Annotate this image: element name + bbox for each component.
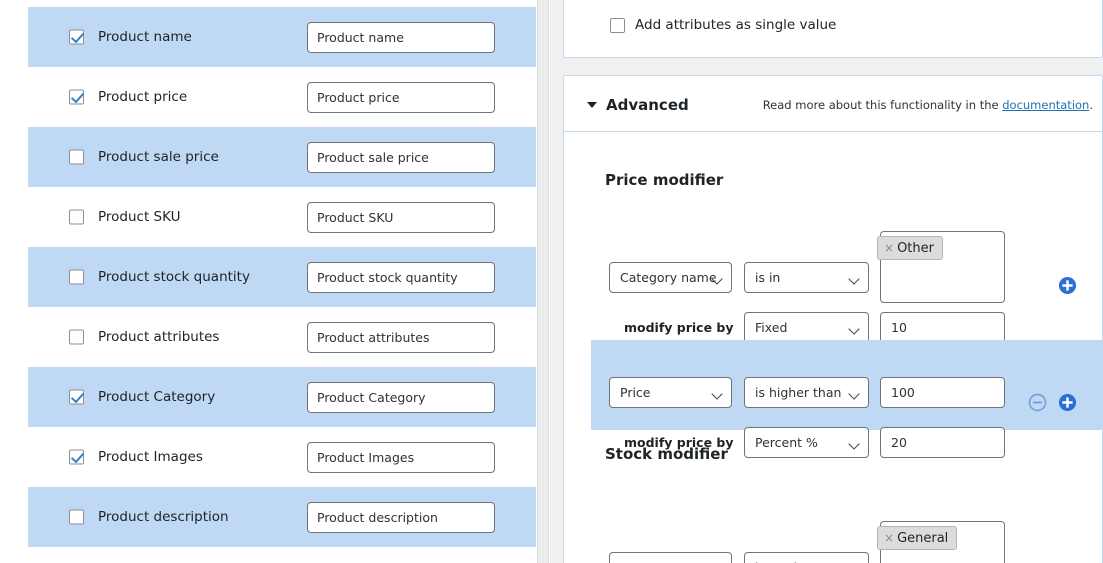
advanced-doc-note-prefix: Read more about this functionality in th… [763,98,1003,112]
field-mapping-input[interactable] [307,262,495,293]
advanced-card: Advanced Read more about this functional… [563,75,1103,563]
field-mapping-input[interactable] [307,382,495,413]
field-checkbox[interactable] [69,210,84,225]
field-row[interactable]: Product Category [28,367,536,427]
field-checkbox[interactable] [69,270,84,285]
field-mapping-input[interactable] [307,82,495,113]
add-attributes-single-value-checkbox[interactable] [610,18,625,33]
field-label: Product stock quantity [98,269,250,285]
field-row[interactable]: Product attributes [28,307,536,367]
field-label: Product SKU [98,209,181,225]
advanced-section-header[interactable]: Advanced Read more about this functional… [564,76,1102,132]
field-row[interactable]: Product sale price [28,127,536,187]
token-label: General [897,531,948,546]
remove-rule-button[interactable] [1028,393,1047,412]
advanced-doc-note: Read more about this functionality in th… [763,98,1093,112]
field-checkbox-wrap[interactable] [69,30,84,45]
modify-type-select[interactable]: Fixed [744,312,869,343]
field-checkbox[interactable] [69,30,84,45]
field-checkbox[interactable] [69,330,84,345]
field-mapping-input[interactable] [307,322,495,353]
chevron-down-icon[interactable] [587,102,597,108]
token-chip[interactable]: ×Other [877,236,943,260]
field-label: Product Images [98,449,203,465]
modify-price-by-label: modify price by [624,312,734,343]
field-checkbox[interactable] [69,450,84,465]
add-attributes-single-value-label: Add attributes as single value [635,17,836,33]
field-row[interactable]: Product description [28,487,536,547]
advanced-doc-note-suffix: . [1089,98,1093,112]
modify-amount-input[interactable]: 10 [880,312,1005,343]
field-label: Product Category [98,389,215,405]
token-chip[interactable]: ×General [877,526,957,550]
field-mapping-input[interactable] [307,502,495,533]
field-mapping-input[interactable] [307,142,495,173]
stock-modifier-title: Stock modifier [605,445,728,463]
remove-token-icon[interactable]: × [884,241,894,255]
rule-operator-select[interactable]: is not in [744,552,869,563]
add-attributes-single-value-row[interactable]: Add attributes as single value [610,17,836,33]
field-row[interactable]: Product SKU [28,187,536,247]
rule-token-input[interactable]: ×Other [880,231,1005,303]
field-label: Product description [98,509,229,525]
attributes-card: Add attributes as single value [563,0,1103,58]
rule-value-input[interactable]: 100 [880,377,1005,408]
modifier-rule-row: Priceis higher than100modify price byPer… [591,340,1102,430]
field-checkbox-wrap[interactable] [69,210,84,225]
modifier-rule-row: Category name is not in ×General [591,492,1102,563]
field-label: Product price [98,89,187,105]
field-checkbox-wrap[interactable] [69,150,84,165]
modify-type-select[interactable]: Percent % [744,427,869,458]
field-checkbox[interactable] [69,150,84,165]
field-row[interactable]: Product stock quantity [28,247,536,307]
rule-field-select[interactable]: Category name [609,262,732,293]
app-screen: Product name Product price Product sale pr… [0,0,1103,563]
remove-token-icon[interactable]: × [884,531,894,545]
modify-amount-input[interactable]: 20 [880,427,1005,458]
field-mapping-input[interactable] [307,202,495,233]
field-label: Product attributes [98,329,219,345]
rule-operator-select[interactable]: is in [744,262,869,293]
field-row[interactable]: Product Images [28,427,536,487]
panel-scrollbar-divider[interactable] [537,0,549,563]
field-row[interactable] [28,547,536,563]
field-label: Product sale price [98,149,219,165]
field-mapping-input[interactable] [307,442,495,473]
field-checkbox[interactable] [69,90,84,105]
modifier-rule-row: Category name is in ×Other modify price by F… [591,218,1102,340]
field-checkbox-wrap[interactable] [69,90,84,105]
rule-token-input[interactable]: ×General [880,521,1005,563]
rule-field-select[interactable]: Price [609,377,732,408]
field-checkbox-wrap[interactable] [69,450,84,465]
field-row[interactable]: Product name [28,7,536,67]
field-checkbox[interactable] [69,510,84,525]
field-checkbox-wrap[interactable] [69,270,84,285]
advanced-title: Advanced [606,96,689,114]
price-modifier-title: Price modifier [605,171,723,189]
field-row[interactable]: Product price [28,67,536,127]
field-mapping-panel: Product name Product price Product sale pr… [0,0,537,563]
field-checkbox[interactable] [69,390,84,405]
field-checkbox-wrap[interactable] [69,510,84,525]
field-mapping-input[interactable] [307,22,495,53]
rule-field-select[interactable]: Category name [609,552,732,563]
settings-panel: Add attributes as single value Advanced … [550,0,1103,563]
add-rule-button[interactable] [1058,393,1077,412]
field-checkbox-wrap[interactable] [69,330,84,345]
token-label: Other [897,241,934,256]
field-checkbox-wrap[interactable] [69,390,84,405]
add-rule-button[interactable] [1058,276,1077,295]
documentation-link[interactable]: documentation [1002,98,1089,112]
rule-operator-select[interactable]: is higher than [744,377,869,408]
field-label: Product name [98,29,192,45]
